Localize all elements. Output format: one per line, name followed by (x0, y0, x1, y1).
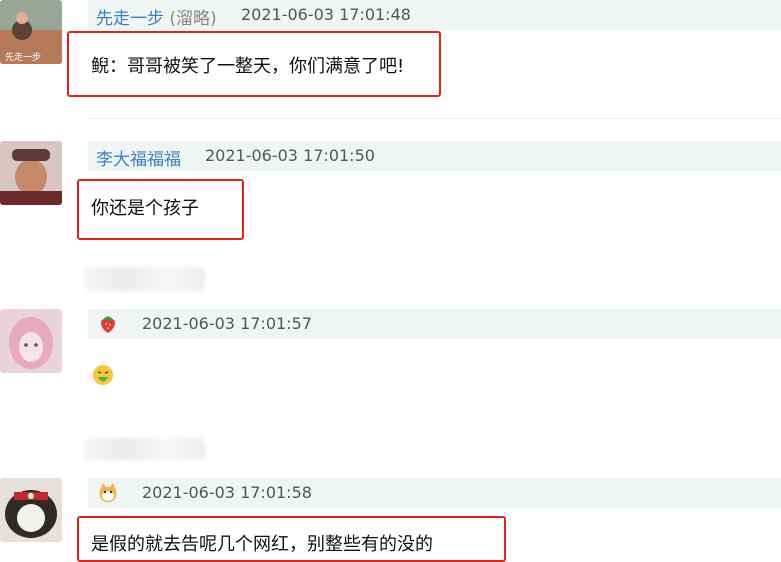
timestamp: 2021-06-03 17:01:50 (205, 146, 375, 165)
timestamp: 2021-06-03 17:01:48 (241, 5, 411, 24)
blurred-reply (85, 267, 205, 291)
username[interactable]: 李大福福福 (96, 145, 181, 170)
comment-header: 2021-06-03 17:01:57 (88, 309, 781, 339)
avatar[interactable] (0, 478, 62, 542)
avatar[interactable]: 先走一步 (0, 0, 62, 64)
avatar-photo-icon (0, 309, 62, 373)
comment-header: 李大福福福 2021-06-03 17:01:50 (88, 141, 781, 171)
avatar[interactable] (0, 141, 62, 205)
vomiting-face-emoji (92, 364, 114, 386)
cat-face-icon[interactable] (97, 482, 119, 504)
blurred-reply (85, 438, 205, 460)
comment-text: 鲵：哥哥被笑了一整天，你们满意了吧! (91, 56, 405, 77)
avatar-photo-icon (0, 141, 62, 205)
username[interactable]: 先走一步 (溜略) (96, 4, 217, 29)
username-text[interactable]: 先走一步 (96, 9, 164, 29)
comment-text: 是假的就去告呢几个网红，别整些有的没的 (91, 534, 433, 555)
avatar-overlay-text: 先走一步 (5, 53, 42, 63)
avatar[interactable] (0, 309, 62, 373)
comment-header: 先走一步 (溜略) 2021-06-03 17:01:48 (88, 0, 781, 30)
user-tag: (溜略) (169, 9, 217, 29)
timestamp: 2021-06-03 17:01:57 (142, 314, 312, 333)
divider (88, 118, 781, 119)
avatar-photo-icon (0, 478, 62, 542)
strawberry-icon[interactable] (97, 313, 119, 335)
timestamp: 2021-06-03 17:01:58 (142, 483, 312, 502)
comment-header: 2021-06-03 17:01:58 (88, 478, 781, 508)
comment-text: 你还是个孩子 (91, 198, 199, 219)
